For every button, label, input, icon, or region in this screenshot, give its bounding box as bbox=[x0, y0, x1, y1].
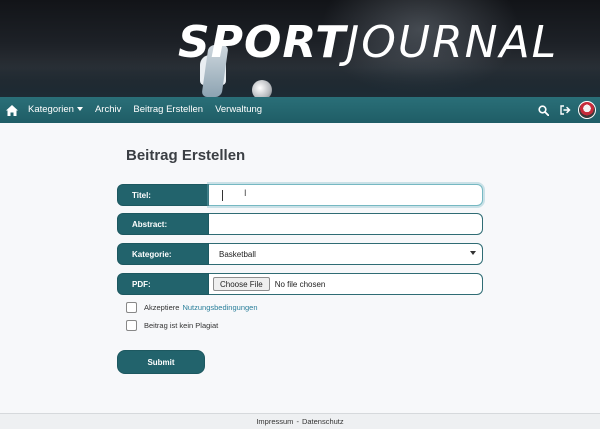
pdf-row: PDF: Choose File No file chosen bbox=[117, 273, 483, 295]
search-icon[interactable] bbox=[532, 97, 554, 123]
category-label: Kategorie: bbox=[117, 243, 209, 265]
site-logo[interactable]: SPORTJOURNAL bbox=[178, 18, 558, 68]
footer: Impressum - Datenschutz bbox=[0, 413, 600, 429]
abstract-input[interactable] bbox=[209, 213, 483, 235]
terms-link[interactable]: Nutzungsbedingungen bbox=[182, 303, 257, 312]
logo-sport: SPORT bbox=[178, 17, 347, 68]
home-icon[interactable] bbox=[2, 97, 22, 123]
plagiarism-row: Beitrag ist kein Plagiat bbox=[126, 319, 218, 331]
abstract-row: Abstract: bbox=[117, 213, 483, 235]
pdf-label: PDF: bbox=[117, 273, 209, 295]
logo-journal: JOURNAL bbox=[346, 17, 559, 68]
chevron-down-icon bbox=[470, 251, 476, 255]
main-content: Beitrag Erstellen Titel: I Abstract: Kat… bbox=[0, 123, 600, 413]
caret-down-icon bbox=[76, 107, 83, 112]
title-label: Titel: bbox=[117, 184, 209, 206]
header-banner: SPORTJOURNAL bbox=[0, 0, 600, 97]
user-avatar[interactable] bbox=[578, 101, 596, 119]
nav-archiv[interactable]: Archiv bbox=[89, 97, 127, 123]
file-status: No file chosen bbox=[274, 279, 326, 289]
nav-kategorien[interactable]: Kategorien bbox=[22, 97, 89, 123]
footer-separator: - bbox=[296, 417, 299, 426]
terms-checkbox[interactable] bbox=[126, 301, 137, 313]
ibeam-cursor-icon: I bbox=[244, 188, 247, 198]
nav-beitrag-erstellen[interactable]: Beitrag Erstellen bbox=[127, 97, 209, 123]
category-select[interactable]: Basketball bbox=[209, 243, 483, 265]
category-row: Kategorie: Basketball bbox=[117, 243, 483, 265]
terms-prefix: Akzeptiere bbox=[144, 302, 180, 312]
page-title: Beitrag Erstellen bbox=[126, 147, 246, 164]
title-input[interactable]: I bbox=[209, 184, 483, 206]
text-cursor bbox=[222, 190, 223, 201]
plagiarism-checkbox[interactable] bbox=[126, 319, 137, 331]
navbar-right bbox=[532, 97, 600, 123]
nav-verwaltung[interactable]: Verwaltung bbox=[209, 97, 268, 123]
submit-button[interactable]: Submit bbox=[117, 350, 205, 374]
banner-ball bbox=[252, 80, 272, 97]
nav-kategorien-label: Kategorien bbox=[28, 104, 74, 115]
pdf-file-input: Choose File No file chosen bbox=[209, 273, 483, 295]
plagiarism-label: Beitrag ist kein Plagiat bbox=[144, 320, 219, 330]
title-row: Titel: I bbox=[117, 184, 483, 206]
impressum-link[interactable]: Impressum bbox=[256, 417, 293, 426]
choose-file-button[interactable]: Choose File bbox=[213, 277, 270, 291]
terms-row: Akzeptiere Nutzungsbedingungen bbox=[126, 301, 258, 313]
category-selected-value: Basketball bbox=[219, 249, 256, 259]
abstract-label: Abstract: bbox=[117, 213, 209, 235]
logout-icon[interactable] bbox=[554, 97, 576, 123]
datenschutz-link[interactable]: Datenschutz bbox=[302, 417, 344, 426]
main-navbar: Kategorien Archiv Beitrag Erstellen Verw… bbox=[0, 97, 600, 123]
